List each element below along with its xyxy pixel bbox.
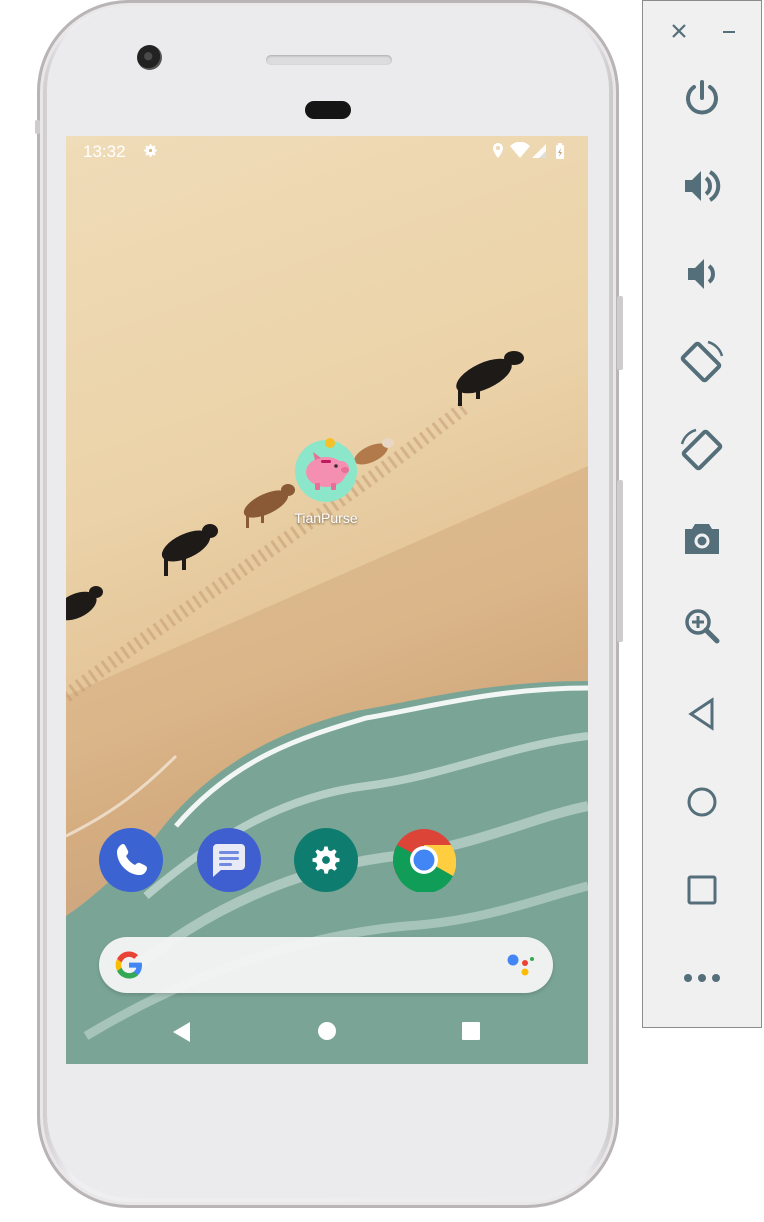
status-clock: 13:32 (83, 142, 126, 161)
battery-icon (556, 143, 564, 159)
status-icons (492, 141, 572, 164)
nav-overview-button[interactable] (460, 1020, 482, 1046)
navigation-bar (66, 1006, 588, 1060)
settings-gear-icon (142, 142, 159, 163)
rotate-right-button[interactable] (643, 415, 761, 485)
phone-side-button-left (35, 120, 40, 134)
back-button[interactable] (643, 679, 761, 749)
phone-screen: 13:32 TianPurse (66, 136, 588, 1064)
dock-chrome-app[interactable] (392, 828, 457, 894)
volume-down-icon (688, 259, 715, 289)
cow-5 (66, 586, 103, 621)
dock-messages-app[interactable] (197, 828, 261, 892)
emulator-toolbar (642, 0, 762, 1028)
back-icon (173, 1022, 190, 1042)
app-shortcut-tianpurse[interactable]: TianPurse (291, 436, 361, 526)
minimize-icon[interactable] (717, 19, 741, 43)
home-circle-icon (687, 787, 717, 817)
settings-icon (294, 828, 358, 892)
cow-3 (243, 484, 295, 528)
close-icon[interactable] (667, 19, 691, 43)
volume-up-button[interactable] (643, 151, 761, 221)
wallpaper (66, 351, 588, 1064)
earpiece-speaker (266, 55, 392, 65)
rotate-left-icon (680, 340, 724, 383)
google-assistant-icon[interactable] (505, 951, 535, 983)
dock-phone-app[interactable] (99, 828, 163, 892)
status-bar: 13:32 (66, 136, 588, 166)
dock-settings-app[interactable] (294, 828, 358, 892)
signal-icon (532, 144, 546, 158)
overview-button[interactable] (643, 855, 761, 925)
app-label: TianPurse (294, 510, 358, 526)
power-button[interactable] (643, 63, 761, 133)
home-icon (318, 1022, 336, 1040)
nav-home-button[interactable] (316, 1020, 338, 1046)
camera-icon (685, 524, 719, 554)
power-icon (686, 80, 718, 115)
back-triangle-icon (688, 697, 714, 731)
cow-4 (161, 524, 218, 576)
phone-side-button-lower (617, 480, 623, 642)
more-button[interactable] (643, 943, 761, 1013)
overview-icon (462, 1022, 480, 1040)
chrome-icon (393, 829, 457, 894)
cow-1 (456, 351, 524, 406)
front-camera (137, 45, 162, 70)
messages-icon (197, 828, 261, 892)
zoom-button[interactable] (643, 591, 761, 661)
rotate-left-button[interactable] (643, 327, 761, 397)
more-dots-icon (684, 974, 720, 982)
volume-up-icon (685, 170, 721, 202)
phone-icon (99, 828, 163, 892)
zoom-icon (685, 609, 720, 644)
proximity-sensor (305, 101, 351, 119)
nav-back-button[interactable] (170, 1020, 192, 1048)
overview-square-icon (687, 875, 717, 905)
rotate-right-icon (680, 428, 723, 471)
google-g-icon (113, 949, 145, 985)
location-icon (493, 143, 503, 158)
piggy-bank-icon[interactable] (293, 436, 359, 502)
phone-side-button-upper (617, 296, 623, 370)
wifi-icon (510, 141, 530, 158)
volume-down-button[interactable] (643, 239, 761, 309)
home-button[interactable] (643, 767, 761, 837)
google-search-bar[interactable] (99, 937, 553, 993)
screenshot-button[interactable] (643, 503, 761, 573)
